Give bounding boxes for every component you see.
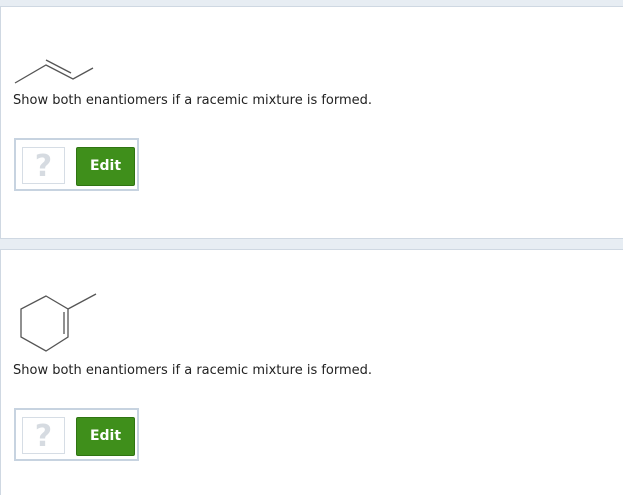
question-mark-icon: ? (34, 149, 53, 184)
methyl-bond (67, 293, 97, 310)
answer-box: ? Edit (14, 408, 139, 461)
edit-button[interactable]: Edit (76, 147, 135, 186)
answer-placeholder[interactable]: ? (22, 147, 65, 184)
question-prompt: Show both enantiomers if a racemic mixtu… (13, 93, 373, 108)
answer-placeholder[interactable]: ? (22, 417, 65, 454)
edit-button[interactable]: Edit (76, 417, 135, 456)
molecule-structure-methylcyclohexene (20, 293, 97, 352)
answer-box: ? Edit (14, 138, 139, 191)
cyclohexene-ring-bonds (20, 295, 69, 352)
molecule-structure-but-2-ene (14, 59, 94, 84)
carbon-chain-bonds (14, 64, 94, 84)
question-mark-icon: ? (34, 419, 53, 454)
question-prompt: Show both enantiomers if a racemic mixtu… (13, 363, 373, 378)
question-panel-2: Show both enantiomers if a racemic mixtu… (0, 249, 623, 495)
question-panel-1: Show both enantiomers if a racemic mixtu… (0, 6, 623, 239)
page: Show both enantiomers if a racemic mixtu… (0, 0, 623, 495)
